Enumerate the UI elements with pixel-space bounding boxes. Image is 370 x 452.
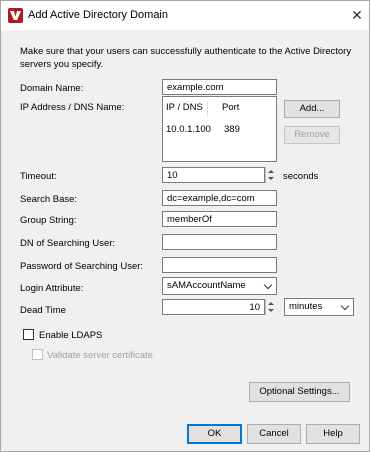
password-user-label: Password of Searching User: bbox=[20, 261, 144, 272]
help-button[interactable]: Help bbox=[306, 424, 360, 444]
timeout-label: Timeout: bbox=[20, 171, 57, 182]
spin-up-icon[interactable] bbox=[268, 170, 274, 173]
column-header-ip[interactable]: IP / DNS bbox=[166, 102, 208, 116]
password-user-input[interactable] bbox=[162, 257, 277, 273]
dn-user-input[interactable] bbox=[162, 234, 277, 250]
chevron-down-icon bbox=[340, 301, 350, 311]
add-button[interactable]: Add... bbox=[284, 100, 340, 118]
login-attribute-label: Login Attribute: bbox=[20, 283, 84, 294]
login-attribute-select[interactable]: sAMAccountName bbox=[162, 277, 277, 295]
dead-time-unit-select[interactable]: minutes bbox=[284, 298, 354, 316]
spin-down-icon[interactable] bbox=[268, 177, 274, 180]
ok-button[interactable]: OK bbox=[187, 424, 242, 444]
validate-cert-label: Validate server certificate bbox=[47, 350, 153, 361]
dialog-window: Add Active Directory Domain ✕ Make sure … bbox=[0, 0, 370, 452]
dead-time-spinner[interactable] bbox=[265, 299, 276, 315]
dead-time-label: Dead Time bbox=[20, 305, 66, 316]
group-string-label: Group String: bbox=[20, 215, 77, 226]
cancel-button[interactable]: Cancel bbox=[247, 424, 301, 444]
search-base-input[interactable]: dc=example,dc=com bbox=[162, 190, 277, 206]
window-title: Add Active Directory Domain bbox=[28, 9, 168, 21]
domain-name-label: Domain Name: bbox=[20, 83, 84, 94]
spin-down-icon[interactable] bbox=[268, 309, 274, 312]
group-string-input[interactable]: memberOf bbox=[162, 211, 277, 227]
timeout-input[interactable]: 10 bbox=[162, 167, 265, 183]
optional-settings-button[interactable]: Optional Settings... bbox=[249, 382, 350, 402]
remove-button[interactable]: Remove bbox=[284, 126, 340, 144]
ip-dns-list[interactable]: IP / DNS Port 10.0.1.100 389 bbox=[162, 96, 277, 162]
list-header: IP / DNS Port bbox=[163, 97, 276, 117]
enable-ldaps-label[interactable]: Enable LDAPS bbox=[39, 330, 102, 341]
title-bar: Add Active Directory Domain ✕ bbox=[1, 1, 369, 30]
timeout-unit: seconds bbox=[283, 171, 319, 182]
spin-up-icon[interactable] bbox=[268, 302, 274, 305]
ip-dns-label: IP Address / DNS Name: bbox=[20, 102, 125, 113]
row-port: 389 bbox=[224, 124, 240, 135]
dead-time-unit-value: minutes bbox=[289, 301, 323, 312]
search-base-label: Search Base: bbox=[20, 194, 78, 205]
dn-user-label: DN of Searching User: bbox=[20, 238, 116, 249]
domain-name-input[interactable]: example.com bbox=[162, 79, 277, 95]
intro-text: Make sure that your users can successful… bbox=[20, 46, 352, 70]
row-ip: 10.0.1.100 bbox=[166, 124, 211, 135]
login-attribute-value: sAMAccountName bbox=[167, 280, 246, 291]
dead-time-input[interactable]: 10 bbox=[162, 299, 265, 315]
close-icon[interactable]: ✕ bbox=[346, 5, 368, 25]
enable-ldaps-checkbox[interactable] bbox=[23, 329, 34, 340]
app-logo-icon bbox=[8, 8, 23, 23]
chevron-down-icon bbox=[263, 280, 273, 290]
column-header-port[interactable]: Port bbox=[222, 102, 239, 113]
timeout-spinner[interactable] bbox=[265, 167, 276, 183]
validate-cert-checkbox[interactable] bbox=[32, 349, 43, 360]
